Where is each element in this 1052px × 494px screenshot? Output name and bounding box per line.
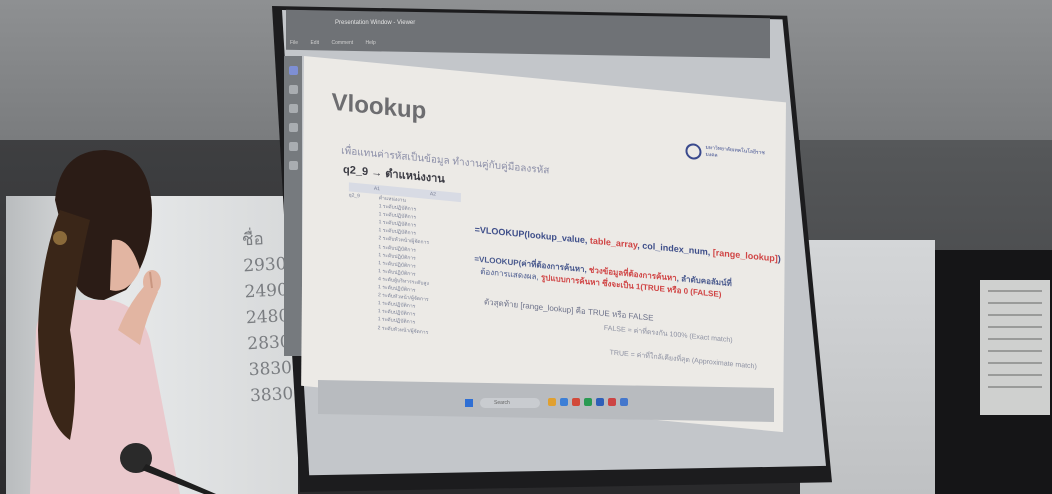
microphone bbox=[120, 443, 216, 494]
home-icon[interactable] bbox=[288, 66, 298, 75]
search-icon[interactable] bbox=[288, 104, 298, 113]
menu-edit[interactable]: Edit bbox=[310, 40, 319, 46]
app-tab-title[interactable]: Presentation Window - Viewer bbox=[335, 20, 415, 26]
page-icon[interactable] bbox=[288, 85, 298, 94]
app-title-bar bbox=[286, 9, 770, 59]
taskbar-search[interactable]: Search bbox=[480, 398, 540, 408]
app-menu: File Edit Comment Help bbox=[290, 40, 387, 46]
table-cell-code bbox=[348, 321, 378, 332]
pen-icon[interactable] bbox=[288, 142, 298, 151]
pdf-icon[interactable] bbox=[608, 398, 616, 406]
false-explanation: FALSE = ค่าที่ตรงกัน 100% (Exact match) bbox=[603, 324, 733, 345]
university-logo-icon bbox=[685, 142, 702, 161]
menu-help[interactable]: Help bbox=[366, 40, 376, 46]
menu-comment[interactable]: Comment bbox=[331, 40, 353, 46]
share-icon[interactable] bbox=[288, 161, 298, 170]
slide: Vlookup มหาวิทยาลัยเทคโนโลยีราชมงคล เพื่… bbox=[301, 56, 786, 433]
app-icon[interactable] bbox=[572, 398, 580, 406]
word-icon[interactable] bbox=[596, 398, 604, 406]
slide-title: Vlookup bbox=[331, 88, 427, 125]
windows-start-icon[interactable] bbox=[465, 399, 473, 407]
range-lookup-note: ตัวสุดท้าย [range_lookup] คือ TRUE หรือ … bbox=[483, 297, 654, 323]
teams-icon[interactable] bbox=[620, 398, 628, 406]
excel-table: A1 A2 q2_9 ตำแหน่งงาน 1 ระดับปฏิบัติการ 1 ร… bbox=[348, 182, 461, 339]
comment-icon[interactable] bbox=[288, 123, 298, 132]
excel-icon[interactable] bbox=[584, 398, 592, 406]
logo-text: มหาวิทยาลัยเทคโนโลยีราชมงคล bbox=[705, 144, 765, 159]
edge-icon[interactable] bbox=[560, 398, 568, 406]
app-sidebar bbox=[284, 56, 302, 356]
menu-file[interactable]: File bbox=[290, 40, 298, 46]
true-explanation: TRUE = ค่าที่ใกล้เคียงที่สุด (Approximat… bbox=[609, 349, 757, 371]
wall-poster bbox=[980, 280, 1050, 415]
file-explorer-icon[interactable] bbox=[548, 398, 556, 406]
